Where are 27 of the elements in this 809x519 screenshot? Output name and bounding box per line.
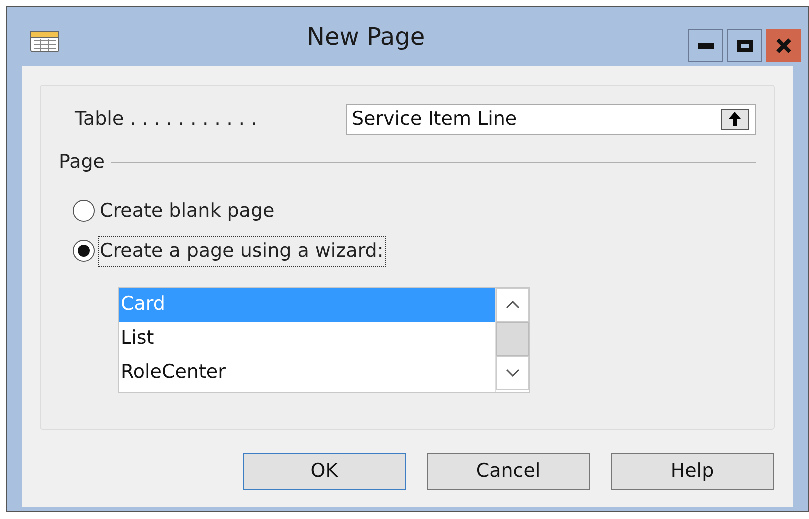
table-icon — [30, 31, 60, 53]
scroll-up-icon — [506, 300, 520, 308]
dialog-button[interactable]: Cancel — [427, 453, 590, 490]
radio-label: Create blank page — [99, 198, 276, 224]
minimize-button[interactable] — [688, 29, 723, 62]
list-item[interactable]: RoleCenter — [119, 356, 495, 390]
lookup-button[interactable] — [721, 108, 749, 130]
close-icon — [776, 38, 792, 54]
dialog-button[interactable]: Help — [611, 453, 774, 490]
table-field[interactable]: Service Item Line — [346, 104, 756, 134]
radio-button[interactable] — [73, 240, 95, 262]
scroll-down-icon — [506, 368, 520, 376]
maximize-button[interactable] — [727, 29, 762, 62]
close-button[interactable] — [766, 29, 801, 62]
maximize-icon — [736, 40, 752, 52]
list-item[interactable]: List — [119, 322, 495, 356]
window-title: New Page — [307, 22, 426, 52]
scrollbar[interactable] — [495, 288, 529, 392]
radio-button[interactable] — [73, 200, 95, 222]
group-label: Page — [59, 150, 105, 175]
radio-label: Create a page using a wizard: — [99, 237, 385, 266]
scroll-thumb[interactable] — [496, 322, 529, 356]
dialog-button[interactable]: OK — [243, 453, 406, 490]
table-value: Service Item Line — [352, 106, 518, 132]
table-label: Table . . . . . . . . . . . — [75, 106, 258, 132]
minimize-icon — [698, 42, 714, 48]
up-arrow-icon — [729, 112, 741, 126]
